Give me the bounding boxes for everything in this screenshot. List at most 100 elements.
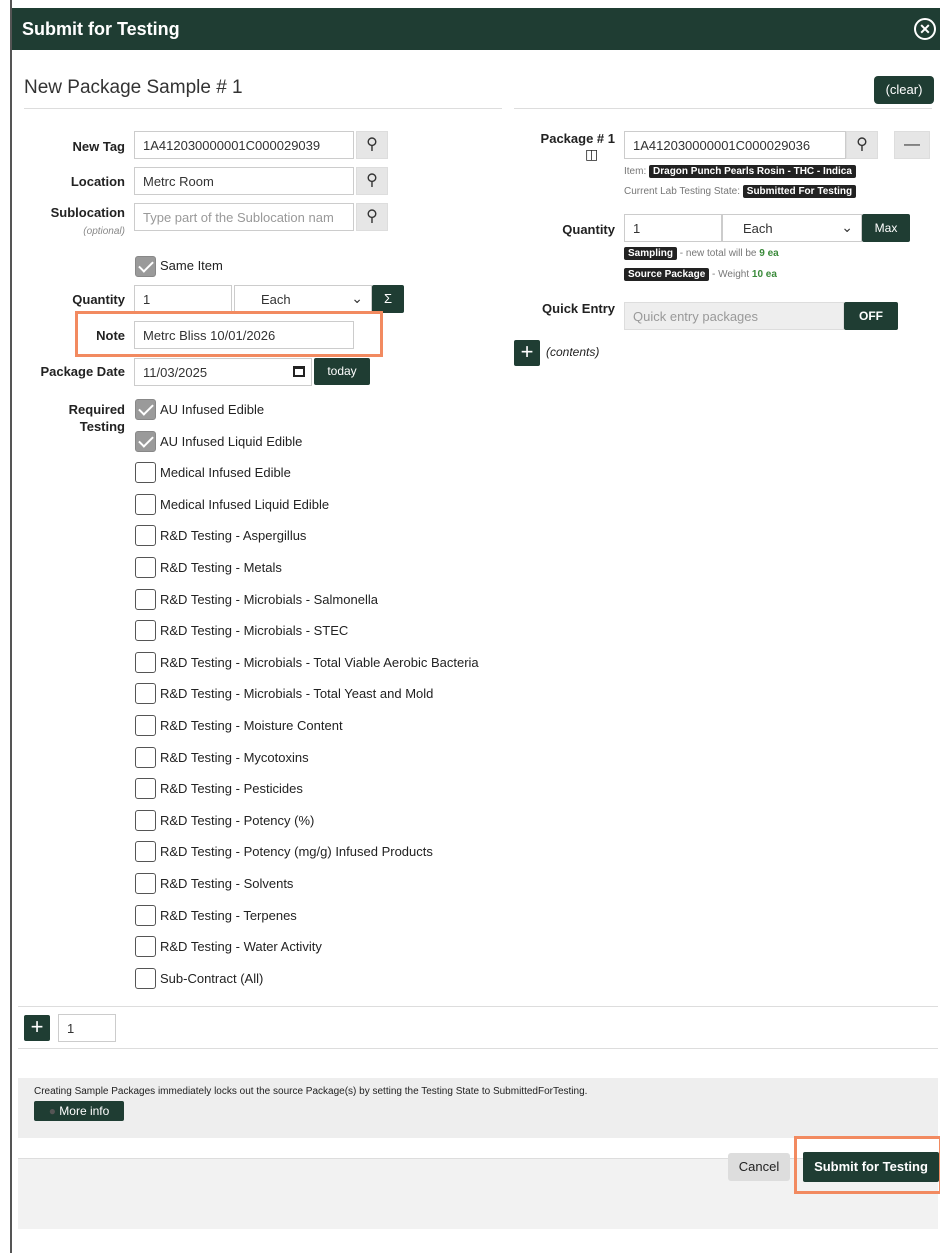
test-label: R&D Testing - Solvents — [160, 876, 294, 891]
test-checkbox[interactable] — [135, 715, 156, 736]
calendar-icon[interactable] — [293, 366, 305, 377]
quick-entry-toggle[interactable]: OFF — [844, 302, 898, 330]
test-checkbox[interactable] — [135, 747, 156, 768]
dialog-titlebar: Submit for Testing ✕ — [12, 8, 940, 50]
sample-count-input[interactable]: 1 — [58, 1014, 116, 1042]
unit-select[interactable]: Each ⌄ — [234, 285, 372, 313]
location-input[interactable]: Metrc Room — [134, 167, 354, 195]
test-label: R&D Testing - Terpenes — [160, 908, 297, 923]
section-title: New Package Sample # 1 — [24, 77, 243, 98]
test-label: R&D Testing - Metals — [160, 560, 282, 575]
dialog-title: Submit for Testing — [22, 19, 180, 39]
package-unit-select[interactable]: Each ⌄ — [722, 214, 862, 242]
package-quantity-input[interactable]: 1 — [624, 214, 722, 242]
package-date-value: 11/03/2025 — [143, 365, 208, 380]
test-checkbox[interactable] — [135, 683, 156, 704]
test-checkbox[interactable] — [135, 905, 156, 926]
test-checkbox[interactable] — [135, 873, 156, 894]
test-checkbox[interactable] — [135, 525, 156, 546]
quantity-label: Quantity — [72, 292, 125, 307]
divider — [514, 108, 932, 109]
sublocation-label: Sublocation — [50, 205, 125, 220]
contents-label: (contents) — [546, 345, 600, 359]
package-date-input[interactable]: 11/03/2025 — [134, 358, 312, 386]
quick-entry-input[interactable]: Quick entry packages — [624, 302, 844, 330]
quantity-input[interactable]: 1 — [134, 285, 232, 313]
chevron-down-icon: ⌄ — [841, 219, 853, 235]
max-button[interactable]: Max — [862, 214, 910, 242]
state-tag: Submitted For Testing — [742, 185, 857, 198]
add-contents-button[interactable]: + — [514, 340, 540, 366]
test-label: R&D Testing - Potency (mg/g) Infused Pro… — [160, 844, 433, 859]
test-checkbox[interactable] — [135, 620, 156, 641]
sublocation-input[interactable]: Type part of the Sublocation nam — [134, 203, 354, 231]
location-search-button[interactable]: ⚲ — [356, 167, 388, 195]
divider — [24, 108, 502, 109]
more-info-label: More info — [59, 1104, 110, 1118]
state-prefix: Current Lab Testing State: — [624, 186, 740, 197]
close-circle-icon[interactable]: ✕ — [914, 18, 936, 40]
test-label: R&D Testing - Pesticides — [160, 781, 303, 796]
sum-button[interactable]: Σ — [372, 285, 404, 313]
package-box-icon: ◫ — [585, 146, 599, 162]
test-checkbox[interactable] — [135, 431, 156, 452]
new-tag-search-button[interactable]: ⚲ — [356, 131, 388, 159]
clear-button[interactable]: (clear) — [874, 76, 934, 104]
test-checkbox[interactable] — [135, 936, 156, 957]
plus-icon: + — [30, 1014, 44, 1039]
search-icon: ⚲ — [366, 172, 378, 189]
test-label: AU Infused Liquid Edible — [160, 434, 303, 449]
test-checkbox[interactable] — [135, 494, 156, 515]
test-checkbox[interactable] — [135, 462, 156, 483]
plus-icon: + — [520, 339, 534, 364]
unit-select-value: Each — [261, 292, 291, 307]
location-label: Location — [70, 174, 125, 189]
test-label: R&D Testing - Microbials - STEC — [160, 623, 349, 638]
info-icon: ● — [48, 1104, 56, 1118]
more-info-button[interactable]: ● More info — [34, 1101, 124, 1121]
search-icon: ⚲ — [856, 136, 868, 153]
test-label: R&D Testing - Water Activity — [160, 939, 322, 954]
search-icon: ⚲ — [366, 136, 378, 153]
package-quantity-label: Quantity — [562, 222, 615, 237]
test-label: AU Infused Edible — [160, 402, 265, 417]
test-label: Medical Infused Edible — [160, 465, 291, 480]
item-tag: Dragon Punch Pearls Rosin - THC - Indica — [649, 165, 856, 178]
test-label: R&D Testing - Moisture Content — [160, 718, 343, 733]
package-date-label: Package Date — [40, 364, 125, 379]
cancel-button[interactable]: Cancel — [728, 1153, 790, 1181]
test-checkbox[interactable] — [135, 399, 156, 420]
sampling-tag: Sampling — [624, 247, 678, 260]
add-sample-button[interactable]: + — [24, 1015, 50, 1041]
today-button[interactable]: today — [314, 358, 370, 385]
dialog: Submit for Testing ✕ New Package Sample … — [10, 0, 940, 1253]
sublocation-optional: (optional) — [83, 226, 125, 237]
test-label: R&D Testing - Aspergillus — [160, 528, 307, 543]
test-checkbox[interactable] — [135, 968, 156, 989]
package-input[interactable]: 1A412030000001C000029036 — [624, 131, 846, 159]
test-checkbox[interactable] — [135, 810, 156, 831]
test-label: R&D Testing - Potency (%) — [160, 813, 315, 828]
note-input[interactable]: Metrc Bliss 10/01/2026 — [134, 321, 354, 349]
test-checkbox[interactable] — [135, 557, 156, 578]
test-checkbox[interactable] — [135, 778, 156, 799]
state-line: Current Lab Testing State: Submitted For… — [624, 185, 857, 198]
info-text: Creating Sample Packages immediately loc… — [34, 1086, 588, 1097]
test-checkbox[interactable] — [135, 841, 156, 862]
remove-package-button[interactable]: — — [894, 131, 930, 159]
item-line: Item: Dragon Punch Pearls Rosin - THC - … — [624, 165, 856, 178]
note-label: Note — [96, 328, 125, 343]
test-checkbox[interactable] — [135, 589, 156, 610]
new-tag-input[interactable]: 1A412030000001C000029039 — [134, 131, 354, 159]
sublocation-search-button[interactable]: ⚲ — [356, 203, 388, 231]
same-item-checkbox[interactable] — [135, 256, 156, 277]
test-label: Sub-Contract (All) — [160, 971, 264, 986]
submit-button[interactable]: Submit for Testing — [803, 1152, 939, 1182]
required-testing-label-2: Testing — [79, 419, 125, 434]
item-prefix: Item: — [624, 166, 647, 177]
test-label: R&D Testing - Microbials - Total Viable … — [160, 655, 479, 670]
search-icon: ⚲ — [366, 208, 378, 225]
test-checkbox[interactable] — [135, 652, 156, 673]
chevron-down-icon: ⌄ — [351, 290, 363, 306]
package-search-button[interactable]: ⚲ — [846, 131, 878, 159]
